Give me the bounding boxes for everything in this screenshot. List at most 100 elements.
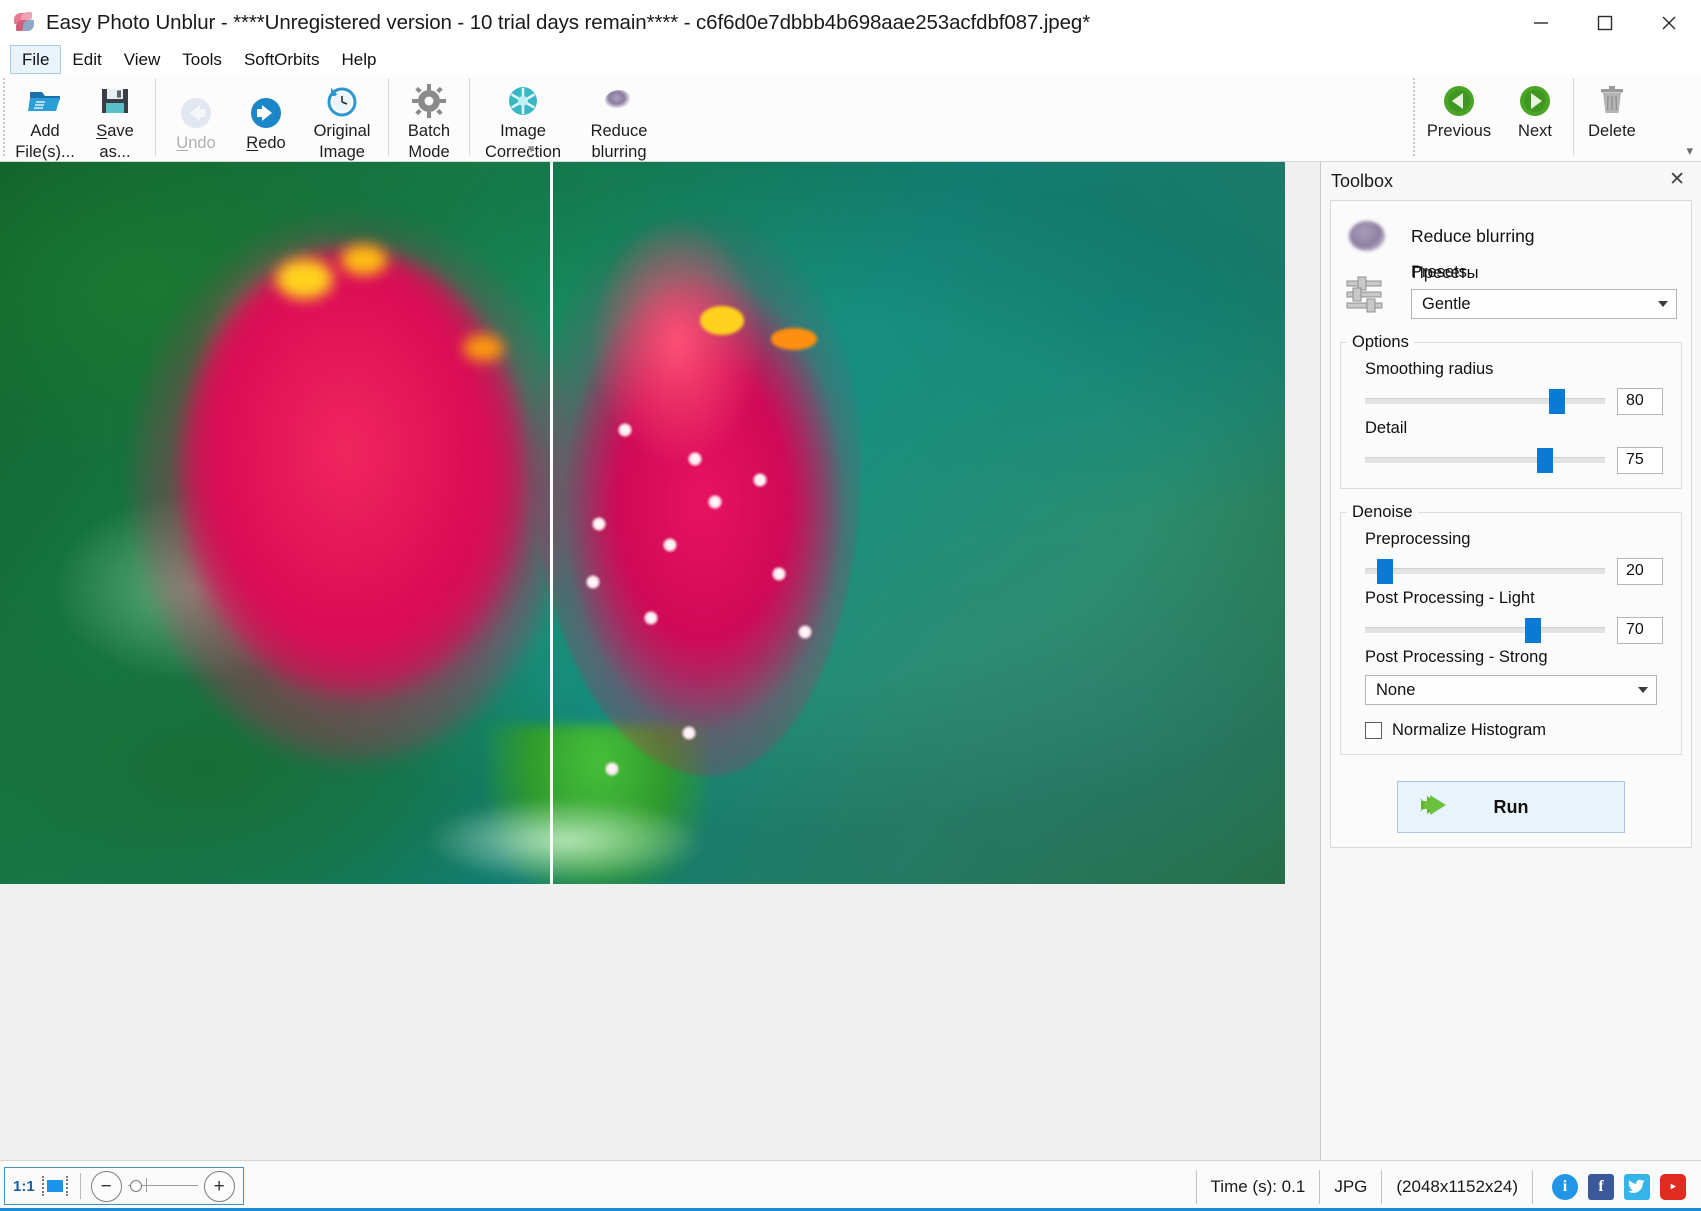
twitter-icon[interactable] <box>1624 1174 1650 1200</box>
zoom-out-button[interactable]: − <box>91 1171 122 1202</box>
menu-item-file[interactable]: File <box>10 45 61 74</box>
before-after-divider[interactable] <box>550 162 553 884</box>
presets-select-value: Gentle <box>1422 295 1471 314</box>
detail-slider[interactable] <box>1365 446 1605 474</box>
slider-thumb[interactable] <box>1549 389 1565 414</box>
processing-time-label: Time (s): 0.1 <box>1196 1170 1320 1204</box>
facebook-icon[interactable]: f <box>1588 1174 1614 1200</box>
toolbar: Add File(s)... Save as... <box>0 74 1701 162</box>
smoothing-radius-slider[interactable] <box>1365 387 1605 415</box>
previous-button[interactable]: Previous <box>1418 74 1500 141</box>
save-as-label-2: as... <box>99 143 130 162</box>
denoise-group: Denoise Preprocessing 20 Post Processin <box>1340 503 1682 755</box>
undo-arrow-icon <box>179 94 213 132</box>
menu-label: SoftOrbits <box>244 50 320 70</box>
presets-label-overlap: Пресеты Presets <box>1411 263 1677 285</box>
post-processing-strong-select[interactable]: None <box>1365 675 1657 705</box>
snowflake-icon <box>506 82 540 120</box>
blur-ball-icon <box>602 82 636 120</box>
leaf-highlight <box>424 797 707 884</box>
image-correction-label-1: Image <box>500 122 546 141</box>
menu-item-edit[interactable]: Edit <box>61 45 112 74</box>
slider-thumb[interactable] <box>1537 448 1553 473</box>
add-files-label-2: File(s)... <box>15 143 75 162</box>
toolbar-group-effects: Image Correction <box>473 74 669 162</box>
save-as-button[interactable]: Save as... <box>80 74 150 162</box>
reduce-blurring-button[interactable]: Reduce blurring <box>571 74 667 162</box>
application-window: Easy Photo Unblur - ****Unregistered ver… <box>0 0 1701 1211</box>
menu-item-help[interactable]: Help <box>331 45 388 74</box>
detail-value[interactable]: 75 <box>1617 447 1663 474</box>
presets-select[interactable]: Gentle <box>1411 289 1677 319</box>
info-icon[interactable]: i <box>1552 1174 1578 1200</box>
original-image-button[interactable]: Original Image <box>301 74 383 162</box>
close-button[interactable] <box>1637 0 1701 45</box>
maximize-button[interactable] <box>1573 0 1637 45</box>
trash-icon <box>1597 82 1627 120</box>
image-canvas[interactable] <box>0 162 1320 1160</box>
stamen <box>617 422 633 438</box>
redo-button[interactable]: Redo <box>231 74 301 153</box>
detail-label: Detail <box>1365 419 1663 438</box>
preprocessing-slider[interactable] <box>1365 557 1605 585</box>
tool-name-label: Reduce blurring <box>1411 226 1535 247</box>
smoothing-radius-value[interactable]: 80 <box>1617 388 1663 415</box>
youtube-icon[interactable] <box>1660 1174 1686 1200</box>
menu-bar: File Edit View Tools SoftOrbits Help <box>0 45 1701 74</box>
slider-thumb[interactable] <box>1525 618 1541 643</box>
next-button[interactable]: Next <box>1500 74 1570 141</box>
stamen <box>707 494 723 510</box>
post-processing-strong-label: Post Processing - Strong <box>1365 648 1663 667</box>
yellow-petal <box>276 259 333 299</box>
preprocessing-label: Preprocessing <box>1365 530 1663 549</box>
add-files-button[interactable]: Add File(s)... <box>10 74 80 162</box>
toolbar-overflow-chevron[interactable]: ▾ <box>528 141 535 157</box>
post-processing-light-slider[interactable] <box>1365 616 1605 644</box>
preprocessing-control: Preprocessing 20 <box>1341 526 1681 585</box>
normalize-histogram-checkbox[interactable] <box>1365 722 1382 739</box>
image-correction-button[interactable]: Image Correction <box>475 74 571 162</box>
post-processing-light-value[interactable]: 70 <box>1617 617 1663 644</box>
toolbox-title: Toolbox <box>1331 171 1393 192</box>
toolbox-close-icon[interactable]: ✕ <box>1663 170 1691 192</box>
menu-item-view[interactable]: View <box>113 45 172 74</box>
redo-arrow-icon <box>249 94 283 132</box>
zoom-slider-thumb[interactable] <box>130 1180 142 1192</box>
delete-button[interactable]: Delete <box>1577 74 1647 141</box>
zoom-controls: 1:1 − + <box>4 1167 244 1205</box>
preprocessing-value[interactable]: 20 <box>1617 558 1663 585</box>
sliders-icon <box>1345 263 1389 318</box>
previous-label: Previous <box>1427 122 1491 141</box>
zoom-ratio-label[interactable]: 1:1 <box>13 1178 35 1195</box>
menu-label: Help <box>342 50 377 70</box>
status-bar: 1:1 − + Time (s): 0.1 JPG (2048x1152x24)… <box>0 1160 1701 1211</box>
menu-item-tools[interactable]: Tools <box>171 45 233 74</box>
main-area: Toolbox ✕ Reduce blurring <box>0 162 1701 1160</box>
menu-item-softorbits[interactable]: SoftOrbits <box>233 45 331 74</box>
normalize-histogram-row[interactable]: Normalize Histogram <box>1365 721 1681 740</box>
stamen <box>797 624 813 640</box>
smoothing-radius-control: Smoothing radius 80 <box>1341 356 1681 415</box>
image-correction-label-2: Correction <box>485 143 561 162</box>
stamen <box>591 516 607 532</box>
flower-blurred-left-core <box>180 249 527 697</box>
undo-button[interactable]: Undo <box>161 74 231 153</box>
batch-mode-button[interactable]: Batch Mode <box>394 74 464 162</box>
smoothing-radius-label: Smoothing radius <box>1365 360 1663 379</box>
run-button[interactable]: Run <box>1397 781 1625 833</box>
toolbox-panel: Toolbox ✕ Reduce blurring <box>1320 162 1701 1160</box>
fit-to-window-icon[interactable] <box>42 1176 68 1196</box>
zoom-slider[interactable] <box>128 1174 198 1198</box>
add-files-label-1: Add <box>30 122 59 141</box>
minimize-button[interactable] <box>1509 0 1573 45</box>
zoom-in-button[interactable]: + <box>204 1171 235 1202</box>
save-as-label-1: Save <box>96 122 134 141</box>
reduce-blurring-label-1: Reduce <box>591 122 648 141</box>
chevron-down-icon <box>1638 687 1648 693</box>
slider-thumb[interactable] <box>1377 559 1393 584</box>
original-image-label-2: Image <box>319 143 365 162</box>
ribbon-expand-chevron[interactable]: ▾ <box>1686 143 1693 159</box>
file-format-label: JPG <box>1319 1170 1381 1204</box>
undo-label: Undo <box>176 134 215 153</box>
photo-preview[interactable] <box>0 162 1285 884</box>
